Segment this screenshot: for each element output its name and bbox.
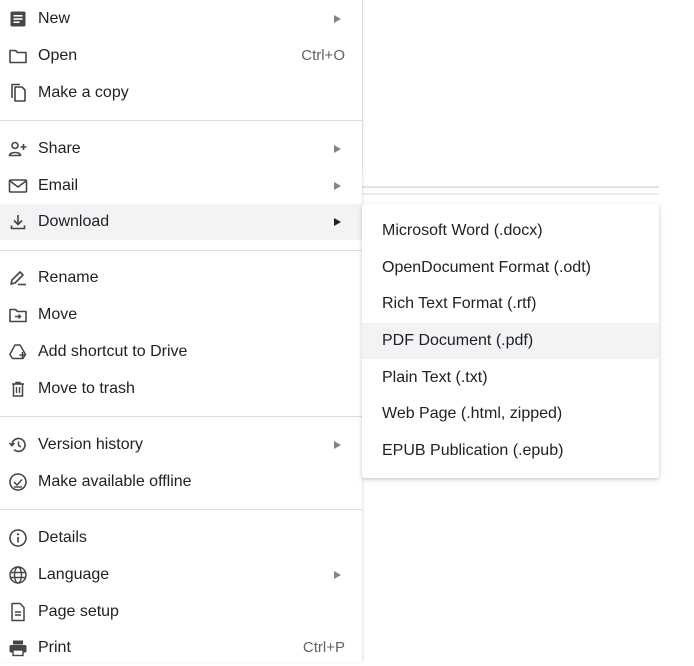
menu-item-new[interactable]: New (0, 1, 362, 37)
menu-item-email[interactable]: Email (0, 168, 362, 204)
menu-item-make-a-copy[interactable]: Make a copy (0, 75, 362, 111)
download-icon (8, 213, 28, 231)
menu-divider (0, 250, 362, 251)
document-edge (362, 0, 363, 170)
history-icon (8, 436, 28, 454)
download-submenu: Microsoft Word (.docx) OpenDocument Form… (362, 204, 659, 478)
offline-check-icon (8, 473, 28, 491)
person-add-icon (8, 140, 28, 158)
menu-item-label: Share (38, 140, 81, 157)
menu-item-version-history[interactable]: Version history (0, 427, 362, 463)
submenu-item-html-zipped[interactable]: Web Page (.html, zipped) (362, 396, 659, 432)
submenu-item-label: PDF Document (.pdf) (382, 332, 534, 349)
folder-icon (8, 47, 28, 65)
menu-item-page-setup[interactable]: Page setup (0, 594, 362, 630)
printer-icon (8, 639, 28, 657)
menu-item-label: Rename (38, 269, 99, 286)
menu-divider (0, 509, 362, 510)
drive-shortcut-icon (8, 343, 28, 361)
submenu-item-label: Plain Text (.txt) (382, 369, 488, 386)
submenu-item-epub[interactable]: EPUB Publication (.epub) (362, 433, 659, 469)
document-icon (8, 10, 28, 28)
submenu-item-pdf[interactable]: PDF Document (.pdf) (362, 323, 659, 359)
menu-item-language[interactable]: Language (0, 557, 362, 593)
submenu-arrow-icon (334, 145, 341, 153)
document-background-line (362, 193, 659, 195)
menu-item-label: Download (38, 213, 110, 230)
submenu-item-docx[interactable]: Microsoft Word (.docx) (362, 213, 659, 249)
copy-icon (8, 83, 28, 102)
submenu-arrow-icon (334, 182, 341, 190)
menu-item-label: Open (38, 47, 78, 64)
trash-icon (8, 380, 28, 398)
menu-item-label: Page setup (38, 603, 119, 620)
menu-item-label: Make a copy (38, 84, 129, 101)
page-setup-icon (8, 602, 28, 622)
menu-item-label: Make available offline (38, 473, 192, 490)
menu-item-label: Print (38, 639, 71, 656)
menu-item-label: New (38, 10, 71, 27)
menu-item-share[interactable]: Share (0, 131, 362, 167)
menu-item-add-shortcut-to-drive[interactable]: Add shortcut to Drive (0, 334, 362, 370)
menu-item-label: Language (38, 566, 110, 583)
submenu-arrow-icon (334, 218, 341, 226)
pencil-icon (8, 269, 28, 287)
submenu-item-label: Microsoft Word (.docx) (382, 222, 543, 239)
submenu-arrow-icon (334, 441, 341, 449)
shortcut-label: Ctrl+P (302, 639, 345, 656)
menu-item-details[interactable]: Details (0, 520, 362, 556)
menu-item-label: Details (38, 529, 87, 546)
submenu-item-rtf[interactable]: Rich Text Format (.rtf) (362, 286, 659, 322)
menu-item-move-to-trash[interactable]: Move to trash (0, 371, 362, 407)
info-icon (8, 529, 28, 547)
submenu-item-label: EPUB Publication (.epub) (382, 442, 564, 459)
menu-item-move[interactable]: Move (0, 297, 362, 333)
menu-item-download[interactable]: Download (0, 204, 362, 240)
menu-divider (0, 416, 362, 417)
menu-item-make-available-offline[interactable]: Make available offline (0, 464, 362, 500)
menu-divider (0, 120, 362, 121)
shortcut-label: Ctrl+O (301, 47, 345, 64)
submenu-item-label: Rich Text Format (.rtf) (382, 295, 537, 312)
submenu-arrow-icon (334, 571, 341, 579)
menu-item-open[interactable]: Open Ctrl+O (0, 38, 362, 74)
menu-item-label: Email (38, 177, 79, 194)
menu-item-label: Add shortcut to Drive (38, 343, 188, 360)
menu-item-print[interactable]: Print Ctrl+P (0, 630, 362, 666)
menu-item-rename[interactable]: Rename (0, 260, 362, 296)
submenu-item-odt[interactable]: OpenDocument Format (.odt) (362, 250, 659, 286)
file-menu: New Open Ctrl+O Make a copy Share Email … (0, 0, 362, 662)
folder-move-icon (8, 306, 28, 324)
menu-item-label: Move to trash (38, 380, 135, 397)
submenu-item-txt[interactable]: Plain Text (.txt) (362, 360, 659, 396)
submenu-item-label: Web Page (.html, zipped) (382, 405, 563, 422)
globe-icon (8, 566, 28, 584)
mail-icon (8, 177, 28, 195)
menu-item-label: Version history (38, 436, 143, 453)
document-background-line (362, 186, 659, 188)
menu-item-label: Move (38, 306, 78, 323)
submenu-item-label: OpenDocument Format (.odt) (382, 259, 591, 276)
submenu-arrow-icon (334, 15, 341, 23)
